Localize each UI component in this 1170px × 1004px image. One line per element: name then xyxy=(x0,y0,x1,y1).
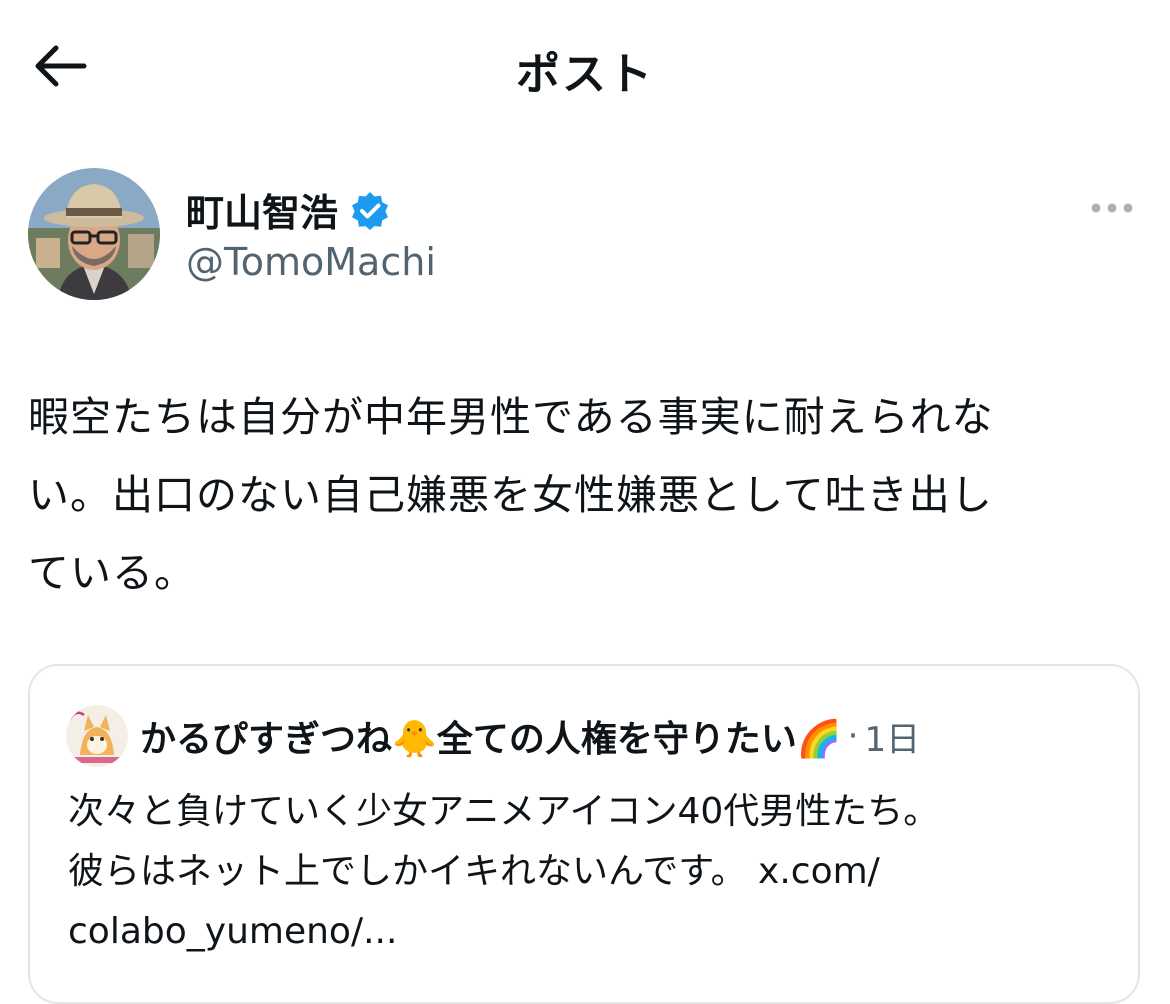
quoted-post-time: 1日 xyxy=(864,719,921,760)
author-handle[interactable]: @TomoMachi xyxy=(186,240,436,284)
quoted-post[interactable]: かるぴすぎつね🐥全ての人権を守りたい🌈 · 1日 次々と負けていく少女アニメアイ… xyxy=(28,664,1140,1004)
post-text: 暇空たちは自分が中年男性である事実に耐えられな い。出口のない自己嫌悪を女性嫌悪… xyxy=(28,393,994,597)
post-author: 町山智浩 @TomoMachi xyxy=(28,168,1140,304)
avatar[interactable] xyxy=(28,168,160,300)
author-name-text: 町山智浩 xyxy=(186,191,339,235)
author-name[interactable]: 町山智浩 xyxy=(186,182,390,237)
verified-badge-icon xyxy=(350,190,390,230)
quoted-post-text: 次々と負けていく少女アニメアイコン40代男性たち。 彼らはネット上でしかイキれな… xyxy=(68,791,940,952)
page-title: ポスト xyxy=(516,49,654,100)
quoted-author-avatar xyxy=(66,705,128,767)
separator-dot: · xyxy=(847,716,859,756)
top-bar: ポスト xyxy=(0,0,1170,130)
more-horizontal-icon xyxy=(1090,199,1134,218)
quoted-author-name: かるぴすぎつね🐥全ての人権を守りたい🌈 xyxy=(140,719,842,760)
more-button[interactable] xyxy=(1084,190,1140,226)
quoted-post-header: かるぴすぎつね🐥全ての人権を守りたい🌈 · 1日 xyxy=(66,702,920,770)
